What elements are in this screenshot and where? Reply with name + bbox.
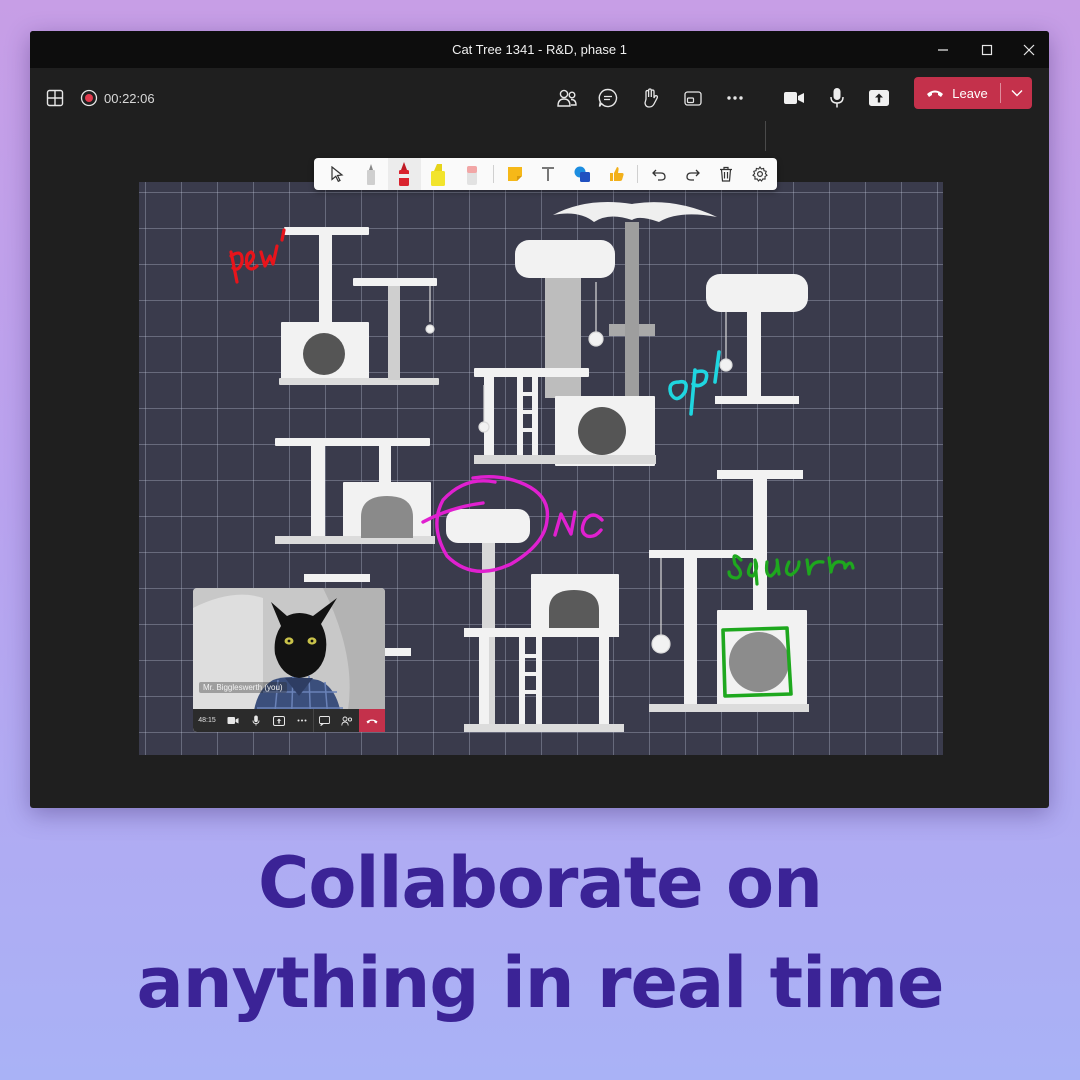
delete-icon[interactable] (709, 158, 743, 190)
more-icon[interactable] (291, 709, 313, 732)
recording-icon (78, 80, 100, 116)
camera-icon[interactable] (778, 80, 810, 116)
self-view-controls: 48:15 (193, 709, 385, 732)
undo-icon[interactable] (642, 158, 676, 190)
chat-icon[interactable] (592, 80, 624, 116)
leave-button[interactable]: Leave (914, 77, 1032, 109)
select-icon[interactable] (320, 158, 354, 190)
grid-view-icon[interactable] (42, 80, 68, 116)
people-icon[interactable] (335, 709, 359, 732)
camera-icon[interactable] (221, 709, 245, 732)
text-icon[interactable] (532, 158, 566, 190)
mic-icon[interactable] (245, 709, 267, 732)
highlighter-icon[interactable] (421, 158, 455, 190)
headline-line-1: Collaborate on (258, 842, 823, 924)
leave-label: Leave (952, 85, 988, 101)
meeting-toolbar: 00:22:06 (30, 68, 1049, 151)
view-icon[interactable] (677, 80, 709, 116)
self-name-label: Mr. Biggleswerth (you) (199, 682, 287, 693)
share-icon[interactable] (267, 709, 291, 732)
headline-line-2: anything in real time (136, 942, 945, 1024)
leave-main[interactable]: Leave (914, 77, 1000, 109)
call-timer: 00:22:06 (104, 90, 155, 106)
shapes-icon[interactable] (565, 158, 599, 190)
ink-toolbar (314, 158, 777, 190)
people-icon[interactable] (551, 80, 583, 116)
sticky-note-icon[interactable] (498, 158, 532, 190)
self-view-timer: 48:15 (198, 717, 216, 724)
chat-icon[interactable] (313, 709, 335, 732)
red-marker-icon[interactable] (387, 158, 422, 190)
more-icon[interactable] (719, 80, 751, 116)
minimize-icon[interactable] (921, 31, 965, 68)
mic-icon[interactable] (821, 80, 853, 116)
ink-divider-2 (636, 165, 638, 183)
maximize-icon[interactable] (965, 31, 1009, 68)
title-bar: Cat Tree 1341 - R&D, phase 1 (30, 31, 1049, 68)
reaction-icon[interactable] (599, 158, 633, 190)
ink-divider (492, 165, 494, 183)
settings-icon[interactable] (743, 158, 777, 190)
hangup-icon (927, 90, 944, 97)
chevron-down-icon[interactable] (1001, 89, 1032, 97)
eraser-icon[interactable] (455, 158, 489, 190)
hangup-icon[interactable] (359, 709, 385, 732)
meeting-window: Cat Tree 1341 - R&D, phase 1 00:22:06 Le… (30, 31, 1049, 808)
raise-hand-icon[interactable] (635, 80, 667, 116)
pen-icon[interactable] (354, 158, 388, 190)
toolbar-divider (765, 121, 766, 151)
share-icon[interactable] (863, 80, 895, 116)
close-icon[interactable] (1007, 31, 1049, 68)
redo-icon[interactable] (676, 158, 710, 190)
window-title: Cat Tree 1341 - R&D, phase 1 (452, 42, 627, 57)
